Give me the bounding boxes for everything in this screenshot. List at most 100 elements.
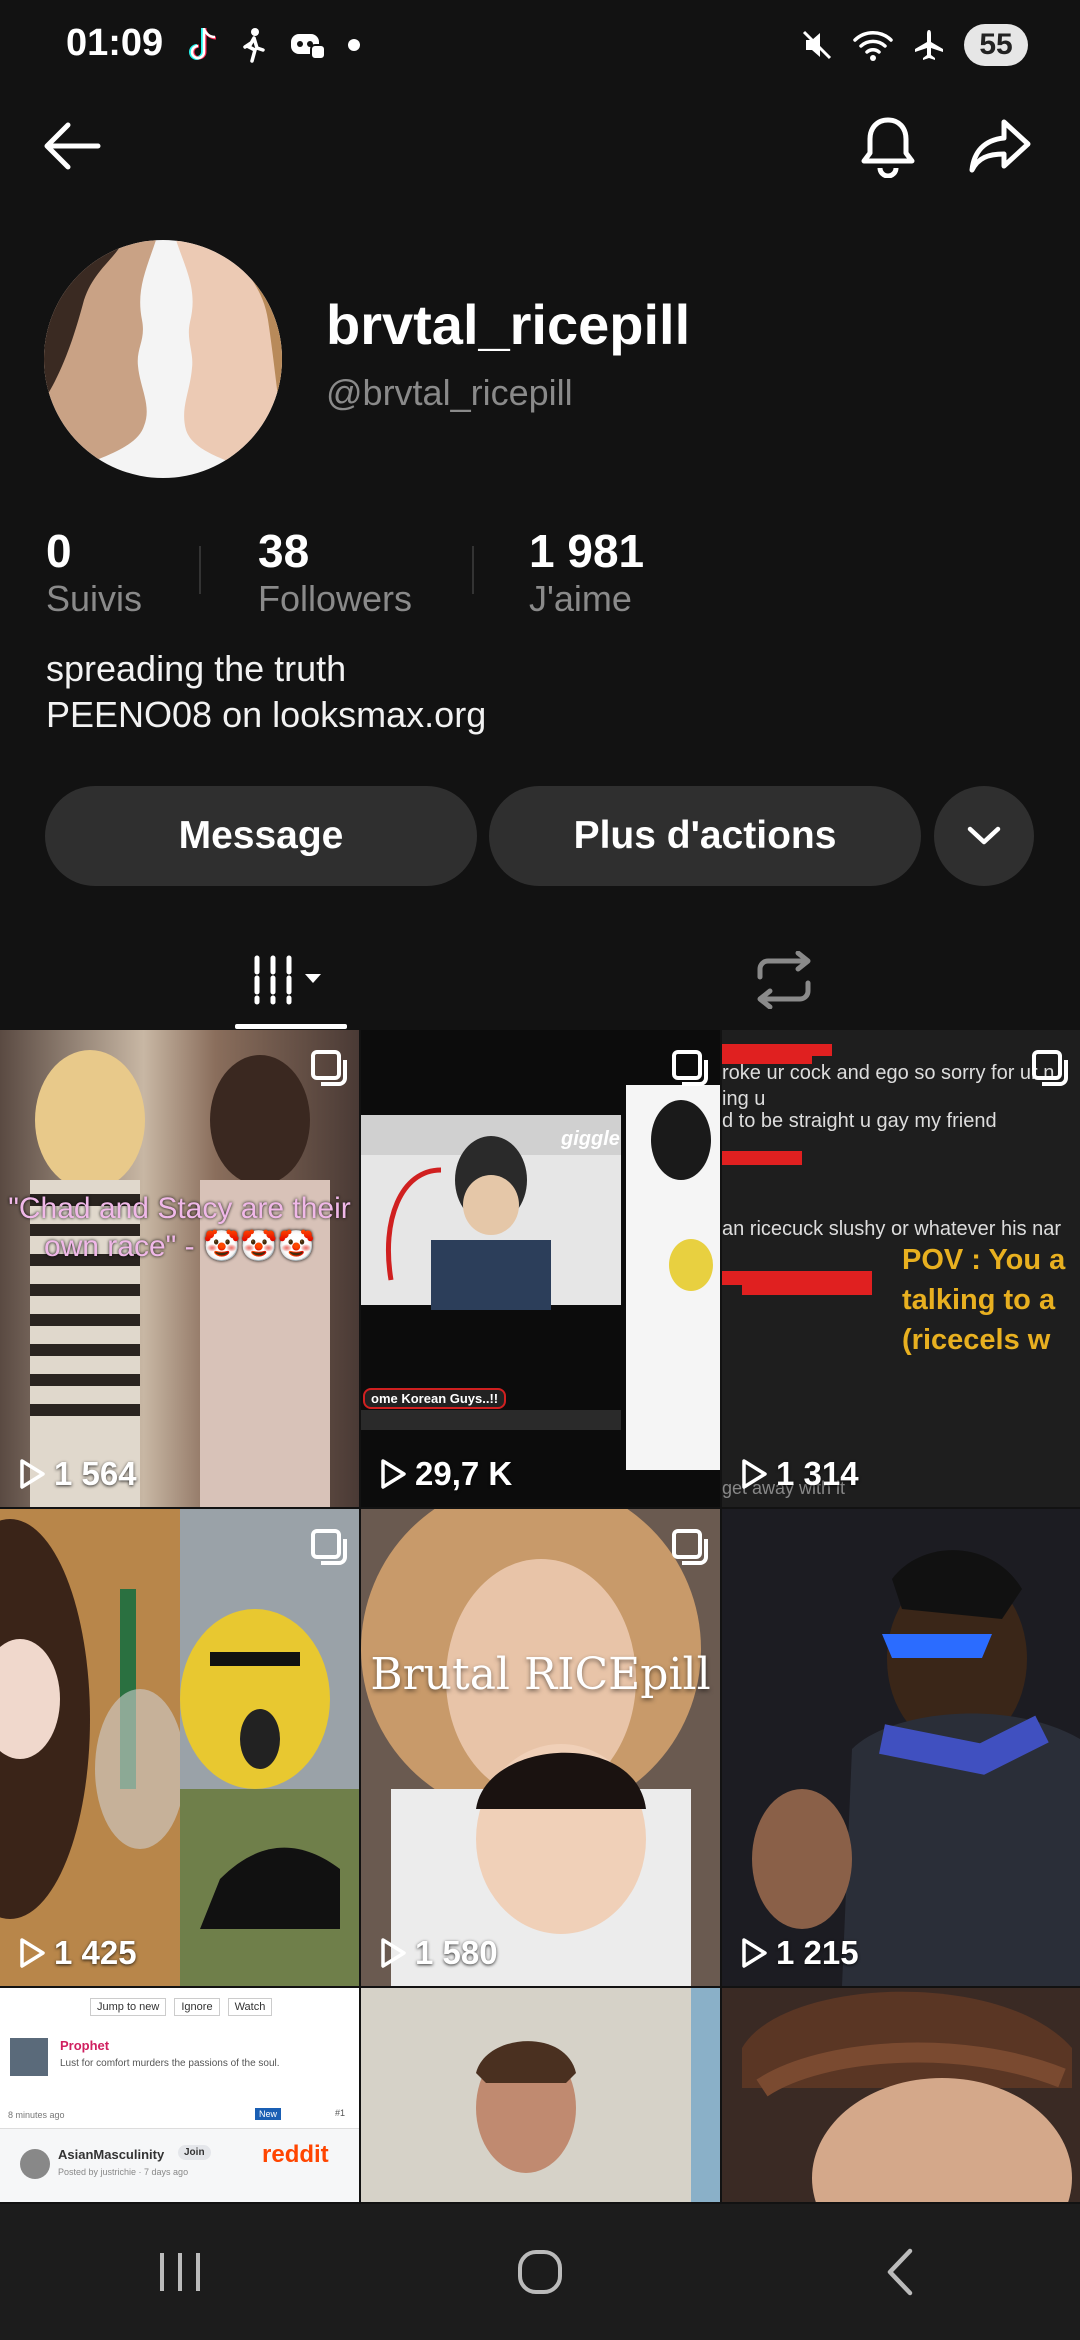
play-icon [20, 1459, 45, 1489]
bio-line: spreading the truth [46, 648, 347, 689]
system-nav-bar [0, 2204, 1080, 2340]
recent-apps-button[interactable] [120, 2222, 240, 2322]
stat-divider [199, 546, 201, 594]
multi-video-icon [672, 1529, 708, 1565]
thumbnail-image [722, 1988, 1080, 2202]
forum-avatar [10, 2038, 48, 2076]
comment-text: d to be straight u gay my friend [722, 1110, 997, 1132]
bio-line: PEENO08 on looksmax.org [46, 694, 487, 735]
system-back-button[interactable] [840, 2222, 960, 2322]
repost-icon [757, 951, 811, 1009]
video-sub-caption: ome Korean Guys..!! [363, 1388, 507, 1409]
tab-reposts[interactable] [728, 930, 840, 1030]
thumbnail-image [0, 1509, 359, 1986]
view-count-text: 1 425 [54, 1934, 137, 1971]
back-chevron-icon [887, 2248, 913, 2296]
video-thumbnail[interactable]: Jump to new Ignore Watch Prophet Lust fo… [0, 1988, 359, 2202]
multi-video-icon [311, 1050, 347, 1086]
play-icon [381, 1938, 406, 1968]
chevron-down-icon [967, 826, 1001, 845]
share-arrow-icon [969, 119, 1031, 173]
community-name: AsianMasculinity [58, 2147, 165, 2162]
video-caption: Brutal RICEpill [370, 1649, 711, 1700]
status-time: 01:09 [66, 22, 164, 64]
comment-text: roke ur cock and ego so sorry for ur n [722, 1062, 1055, 1084]
thumbnail-image [361, 1509, 720, 1986]
video-thumbnail[interactable]: "Chad and Stacy are their own race" - 🤡🤡… [0, 1030, 359, 1507]
video-caption: "Chad and Stacy are their own race" - 🤡🤡… [8, 1192, 351, 1263]
profile-avatar[interactable] [44, 240, 282, 478]
post-number: #1 [335, 2108, 346, 2118]
view-count: 1 215 [740, 1934, 859, 1972]
video-thumbnail[interactable]: giggle ome Korean Guys..!! 29,7 K [361, 1030, 720, 1507]
walking-icon [243, 28, 265, 63]
more-actions-button[interactable]: Plus d'actions [489, 786, 921, 886]
mute-icon [802, 30, 832, 60]
airplane-mode-icon [915, 30, 943, 60]
wifi-icon [853, 31, 893, 61]
view-count-text: 1 580 [415, 1934, 498, 1971]
view-count-text: 1 215 [776, 1934, 859, 1971]
multi-video-icon [1032, 1050, 1068, 1086]
play-icon [742, 1459, 767, 1489]
view-count: 1 564 [18, 1455, 137, 1493]
dot-icon [348, 39, 360, 51]
notification-bell-button[interactable] [852, 110, 924, 182]
view-count-text: 29,7 K [415, 1455, 513, 1492]
new-badge: New [255, 2108, 282, 2120]
likes-count: 1 981 [529, 525, 645, 577]
forum-username: Prophet [60, 2038, 110, 2053]
view-count: 1 580 [379, 1934, 498, 1972]
recent-apps-icon [160, 2253, 200, 2291]
bell-icon [861, 117, 915, 178]
followers-label[interactable]: Followers [258, 578, 412, 620]
view-count-text: 1 314 [776, 1455, 859, 1492]
video-thumbnail[interactable]: 1 425 [0, 1509, 359, 1986]
home-icon [518, 2250, 562, 2294]
grid-videos-icon [254, 955, 321, 1005]
view-count-text: 1 564 [54, 1455, 137, 1492]
multi-video-icon [672, 1050, 708, 1086]
video-thumbnail[interactable] [722, 1988, 1080, 2202]
share-button[interactable] [964, 110, 1036, 182]
menu-item: Jump to new [90, 1998, 167, 2016]
profile-handle: @brvtal_ricepill [326, 372, 573, 413]
profile-bio: spreading the truth PEENO08 on looksmax.… [46, 646, 486, 738]
suggested-accounts-button[interactable] [934, 786, 1034, 886]
video-thumbnail[interactable]: Brutal RICEpill 1 580 [361, 1509, 720, 1986]
following-label[interactable]: Suivis [46, 578, 142, 620]
view-count: 1 314 [740, 1455, 859, 1493]
multi-video-icon [311, 1529, 347, 1565]
active-tab-indicator [235, 1024, 347, 1029]
battery-indicator: 55 [964, 24, 1028, 66]
followers-count[interactable]: 38 [258, 524, 309, 578]
thumbnail-image [361, 1988, 720, 2202]
video-watermark: giggle [561, 1128, 620, 1150]
video-thumbnail[interactable]: roke ur cock and ego so sorry for ur n i… [722, 1030, 1080, 1507]
thumbnail-image [722, 1509, 1080, 1986]
stat-divider [472, 546, 474, 594]
play-icon [742, 1938, 767, 1968]
likes-label: J'aime [529, 578, 632, 619]
thumbnail-image [30, 1050, 330, 1507]
play-icon [20, 1938, 45, 1968]
thumbnail-image [361, 1085, 720, 1470]
following-count[interactable]: 0 [46, 524, 72, 578]
posted-by: Posted by justrichie · 7 days ago [58, 2167, 189, 2177]
comment-text: an ricecuck slushy or whatever his nar [722, 1218, 1062, 1240]
menu-item: Ignore [174, 1998, 220, 2016]
status-system-icons: 55 [800, 24, 1028, 66]
forum-menu: Jump to new Ignore Watch [90, 1998, 273, 2016]
home-button[interactable] [480, 2222, 600, 2322]
video-grid: "Chad and Stacy are their own race" - 🤡🤡… [0, 1030, 1080, 2202]
status-notification-icons [185, 26, 361, 64]
back-button[interactable] [36, 110, 108, 182]
join-button: Join [178, 2145, 211, 2160]
tab-videos[interactable] [235, 930, 347, 1030]
video-thumbnail[interactable] [361, 1988, 720, 2202]
message-button[interactable]: Message [45, 786, 477, 886]
video-caption: POV : You a talking to a (ricecels w [902, 1244, 1066, 1356]
comment-text: ing u [722, 1088, 766, 1110]
post-time: 8 minutes ago [8, 2110, 65, 2120]
video-thumbnail[interactable]: 1 215 [722, 1509, 1080, 1986]
